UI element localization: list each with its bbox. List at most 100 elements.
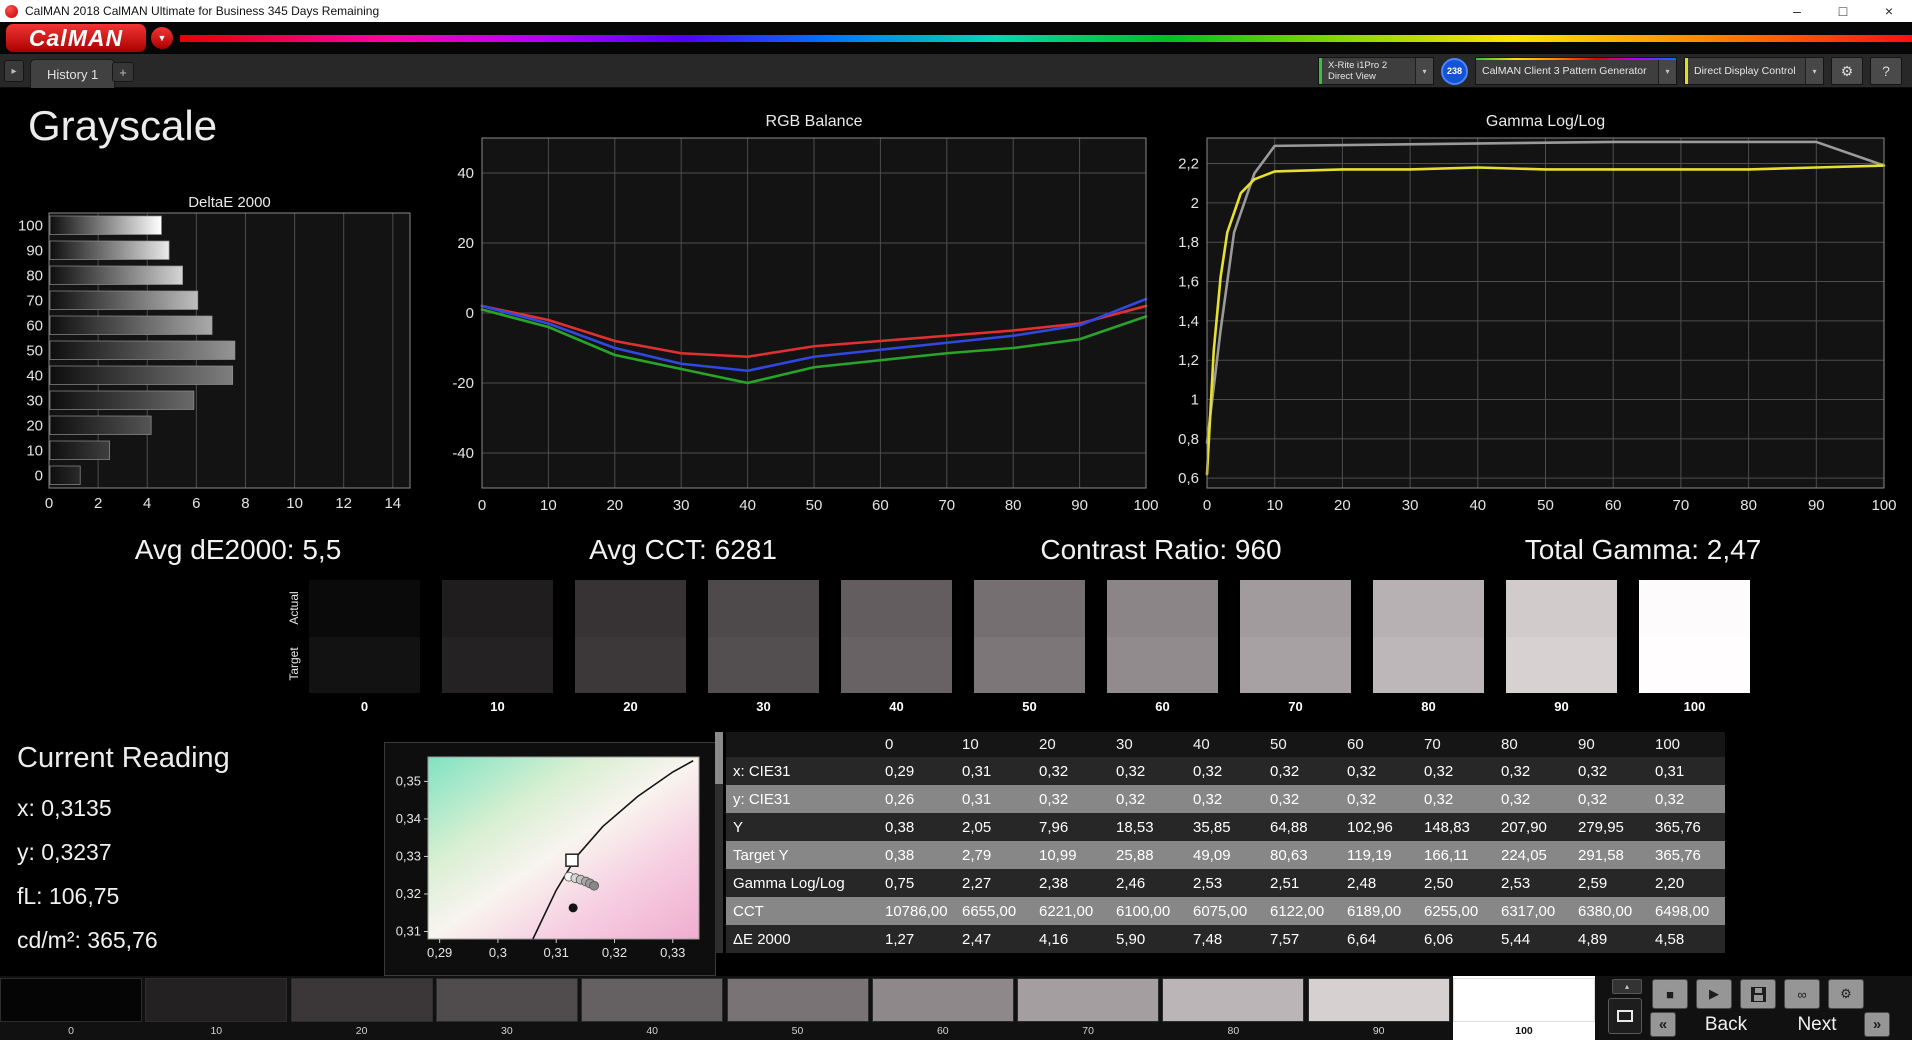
swatch-actual-color: [442, 580, 553, 637]
pattern-level-10[interactable]: 10: [145, 976, 288, 1040]
svg-text:70: 70: [26, 293, 43, 310]
svg-text:1,8: 1,8: [1178, 234, 1199, 251]
svg-text:20: 20: [26, 418, 43, 435]
logo-menu-button[interactable]: ▼: [151, 27, 173, 49]
svg-text:0,31: 0,31: [544, 945, 569, 960]
svg-text:1,4: 1,4: [1178, 313, 1199, 330]
swatch-actual-color: [1373, 580, 1484, 637]
svg-text:2: 2: [94, 495, 102, 512]
gear-icon: ⚙: [1840, 986, 1852, 1001]
panel-expand-button[interactable]: ▴: [1612, 979, 1642, 994]
close-button[interactable]: ×: [1866, 0, 1912, 22]
patch-color: [726, 978, 869, 1022]
chevron-down-icon: ▾: [1658, 58, 1676, 84]
svg-text:1: 1: [1191, 392, 1199, 409]
table-header-cell: 0: [878, 732, 955, 757]
table-cell: 2,38: [1032, 869, 1109, 897]
pattern-level-30[interactable]: 30: [435, 976, 578, 1040]
table-cell: 0,32: [1417, 757, 1494, 785]
patch-color: [1017, 978, 1160, 1022]
table-cell: 2,50: [1417, 869, 1494, 897]
help-icon: ?: [1882, 63, 1890, 79]
table-cell: 0,75: [878, 869, 955, 897]
patch-color: [435, 978, 578, 1022]
play-icon: ▶: [1709, 986, 1719, 1001]
patch-label: 40: [646, 1025, 659, 1037]
settings-button[interactable]: ⚙: [1831, 57, 1863, 85]
pattern-level-0[interactable]: 0: [0, 976, 142, 1040]
back-button[interactable]: Back: [1682, 1012, 1770, 1037]
minimize-button[interactable]: –: [1774, 0, 1820, 22]
table-cell: 0,32: [1571, 785, 1648, 813]
svg-text:50: 50: [806, 497, 823, 514]
table-cell: 4,16: [1032, 925, 1109, 953]
table-cell: 4,89: [1571, 925, 1648, 953]
pattern-window-button[interactable]: [1608, 998, 1642, 1034]
svg-text:Gamma Log/Log: Gamma Log/Log: [1486, 113, 1605, 130]
pattern-level-90[interactable]: 90: [1307, 976, 1450, 1040]
swatch-target-color: [974, 636, 1085, 693]
svg-text:0,34: 0,34: [396, 811, 421, 826]
swatch-label: 80: [1421, 699, 1436, 714]
table-cell: 6189,00: [1340, 897, 1417, 925]
pattern-level-70[interactable]: 70: [1017, 976, 1160, 1040]
display-control-dropdown[interactable]: Direct Display Control ▾: [1684, 57, 1824, 85]
table-row-label: y: CIE31: [726, 785, 878, 813]
svg-text:60: 60: [872, 497, 889, 514]
swatch-actual-color: [1506, 580, 1617, 637]
table-scrollbar-thumb[interactable]: [715, 732, 723, 784]
svg-text:0,29: 0,29: [427, 945, 452, 960]
table-cell: 2,51: [1263, 869, 1340, 897]
table-cell: 0,32: [1494, 785, 1571, 813]
svg-text:50: 50: [26, 343, 43, 360]
table-cell: 5,44: [1494, 925, 1571, 953]
table-cell: 0,32: [1109, 757, 1186, 785]
swatch-actual-color: [575, 580, 686, 637]
gamma-log-log-chart: 0 10 20 30 40 50 60 70 80 90 100 2,2 2 1,8 1,6 1,4 1,2 1 0…: [1178, 113, 1896, 514]
table-cell: 365,76: [1648, 813, 1725, 841]
cie-chart-panel: 0,29 0,3 0,31 0,32 0,33 0,35 0,34 0,33 0,32 0,31: [384, 742, 716, 976]
save-button[interactable]: [1740, 979, 1776, 1009]
pattern-options-button[interactable]: ⚙: [1828, 979, 1864, 1009]
svg-text:50: 50: [1537, 497, 1554, 514]
history-panel-expander[interactable]: ▸: [4, 60, 24, 82]
meter-dropdown[interactable]: X-Rite i1Pro 2 Direct View ▾: [1318, 57, 1434, 85]
svg-text:0: 0: [466, 305, 474, 322]
svg-text:2: 2: [1191, 195, 1199, 212]
swatch-actual-color: [309, 580, 420, 637]
svg-text:0: 0: [35, 468, 43, 485]
next-chevron-button[interactable]: »: [1864, 1012, 1890, 1037]
table-scrollbar[interactable]: [715, 732, 723, 953]
swatch-actual-color: [974, 580, 1085, 637]
swatch-label: 100: [1683, 699, 1706, 714]
pattern-level-40[interactable]: 40: [581, 976, 724, 1040]
pattern-level-80[interactable]: 80: [1162, 976, 1305, 1040]
patch-color: [581, 978, 724, 1022]
reading-fl: fL: 106,75: [17, 883, 120, 909]
pattern-level-60[interactable]: 60: [871, 976, 1014, 1040]
swatch-actual-color: [708, 580, 819, 637]
meter-count-badge[interactable]: 238: [1441, 57, 1468, 85]
play-button[interactable]: ▶: [1696, 979, 1732, 1009]
next-button[interactable]: Next: [1774, 1012, 1860, 1037]
tab-history-1[interactable]: History 1: [30, 59, 116, 88]
patch-color: [290, 978, 433, 1022]
svg-text:8: 8: [241, 495, 249, 512]
continuous-measure-button[interactable]: ∞: [1784, 979, 1820, 1009]
calman-logo[interactable]: CalMAN: [6, 24, 146, 52]
pattern-level-20[interactable]: 20: [290, 976, 433, 1040]
table-row-label: x: CIE31: [726, 757, 878, 785]
add-tab-button[interactable]: +: [112, 62, 134, 82]
table-cell: 2,05: [955, 813, 1032, 841]
back-chevron-button[interactable]: «: [1650, 1012, 1676, 1037]
pattern-level-50[interactable]: 50: [726, 976, 869, 1040]
table-cell: 0,31: [955, 785, 1032, 813]
maximize-button[interactable]: □: [1820, 0, 1866, 22]
pattern-generator-dropdown[interactable]: CalMAN Client 3 Pattern Generator ▾: [1475, 57, 1677, 85]
pattern-level-100[interactable]: 100: [1453, 976, 1595, 1040]
stop-button[interactable]: ■: [1652, 979, 1688, 1009]
table-header-cell: 80: [1494, 732, 1571, 757]
help-button[interactable]: ?: [1870, 57, 1902, 85]
grayscale-workspace: Grayscale 0 2 4 6 8 10 12 14 100 90 80 70 60 50 40 30 20…: [0, 88, 1912, 573]
swatch-target-color: [442, 636, 553, 693]
